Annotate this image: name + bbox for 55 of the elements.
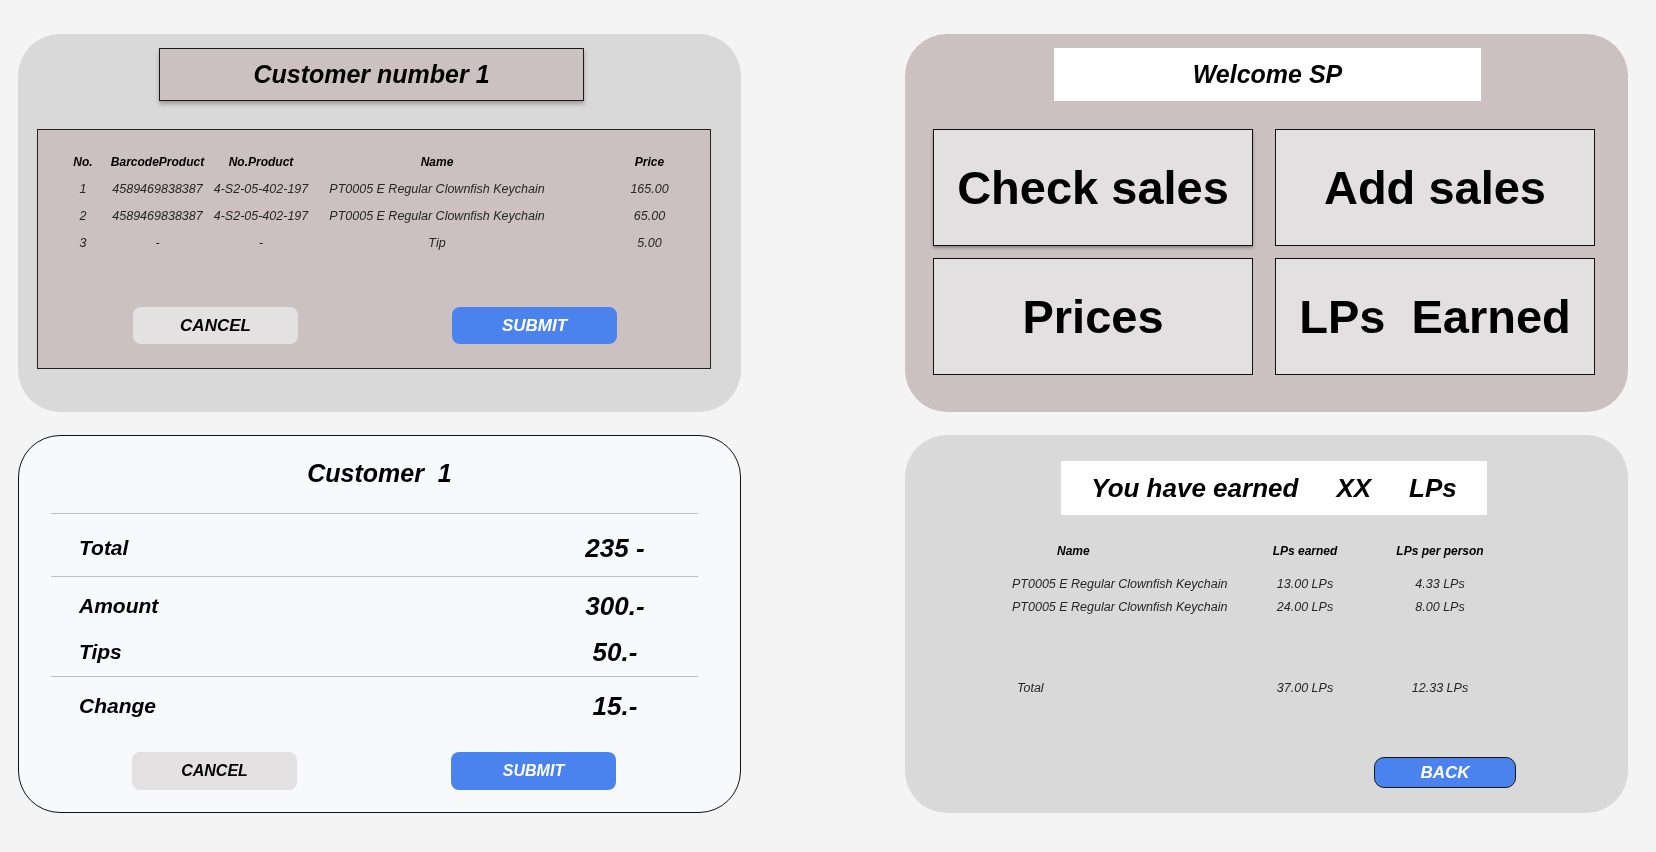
summary-value: 15.- <box>591 690 639 722</box>
cancel-button[interactable]: CANCEL <box>133 307 298 344</box>
table-cell: PT0005 E Regular Clownfish Keychain <box>329 208 545 223</box>
welcome-title: Welcome SP <box>1054 48 1481 101</box>
table-cell: 3 <box>79 235 87 250</box>
table-cell-text: PT0005 E Regular Clownfish Keychain <box>1011 600 1228 614</box>
column-header: No.Product <box>228 154 294 169</box>
submit-button[interactable]: SUBMIT <box>452 307 617 344</box>
summary-label: Change <box>79 694 156 718</box>
column-header: Name <box>1056 544 1090 558</box>
table-cell: 2 <box>79 208 87 223</box>
table-cell-text: PT0005 E Regular Clownfish Keychain <box>1011 577 1228 591</box>
table-cell: 4-S2-05-402-197 <box>213 208 309 223</box>
table-cell-text: 165.00 <box>629 181 670 196</box>
table-cell: 4.33 LPs <box>1415 577 1465 591</box>
table-cell: - <box>258 235 264 250</box>
menu-tile[interactable]: Add sales <box>1275 129 1595 246</box>
table-cell: 4-S2-05-402-197 <box>213 181 309 196</box>
total-label: Total <box>1016 681 1044 695</box>
column-header: LPs earned <box>1272 544 1338 558</box>
table-cell: 1 <box>79 181 87 196</box>
table-cell: 24.00 LPs <box>1276 600 1334 614</box>
summary-label: Total <box>79 536 129 560</box>
summary-value: 50.- <box>591 636 639 668</box>
menu-tile[interactable]: Prices <box>933 258 1253 375</box>
table-cell: 4589469838387 <box>112 181 203 196</box>
table-cell-text: 65.00 <box>632 208 667 223</box>
customer-title: Customer 1 <box>307 459 452 487</box>
total-cell: 37.00 LPs <box>1276 681 1334 695</box>
column-header: Name <box>420 154 454 169</box>
back-button[interactable]: BACK <box>1374 757 1516 788</box>
column-header: No. <box>73 154 93 169</box>
earned-unit: LPs <box>1409 472 1457 504</box>
menu-tile[interactable]: Check sales <box>933 129 1253 246</box>
summary-value: 300.- <box>584 590 646 622</box>
menu-tile[interactable]: LPs Earned <box>1275 258 1595 375</box>
column-header: LPs per person <box>1396 544 1484 558</box>
table-cell: 8.00 LPs <box>1415 600 1465 614</box>
total-cell: 12.33 LPs <box>1411 681 1469 695</box>
customer-title: Customer number 1 <box>159 48 584 101</box>
earned-amount: XX <box>1336 472 1372 504</box>
submit-button[interactable]: SUBMIT <box>451 752 616 790</box>
earned-text: You have earned <box>1091 472 1299 504</box>
summary-value: 235 - <box>584 532 646 564</box>
table-cell: - <box>155 235 160 250</box>
column-header: Price <box>633 154 666 169</box>
column-header: BarcodeProduct <box>110 154 205 169</box>
table-cell: PT0005 E Regular Clownfish Keychain <box>329 181 545 196</box>
summary-label: Tips <box>79 640 122 664</box>
table-cell: 13.00 LPs <box>1276 577 1334 591</box>
cancel-button[interactable]: CANCEL <box>132 752 297 790</box>
summary-label: Amount <box>79 594 159 618</box>
table-cell: Tip <box>428 235 446 250</box>
table-cell: 4589469838387 <box>112 208 203 223</box>
table-cell-text: 5.00 <box>636 235 663 250</box>
